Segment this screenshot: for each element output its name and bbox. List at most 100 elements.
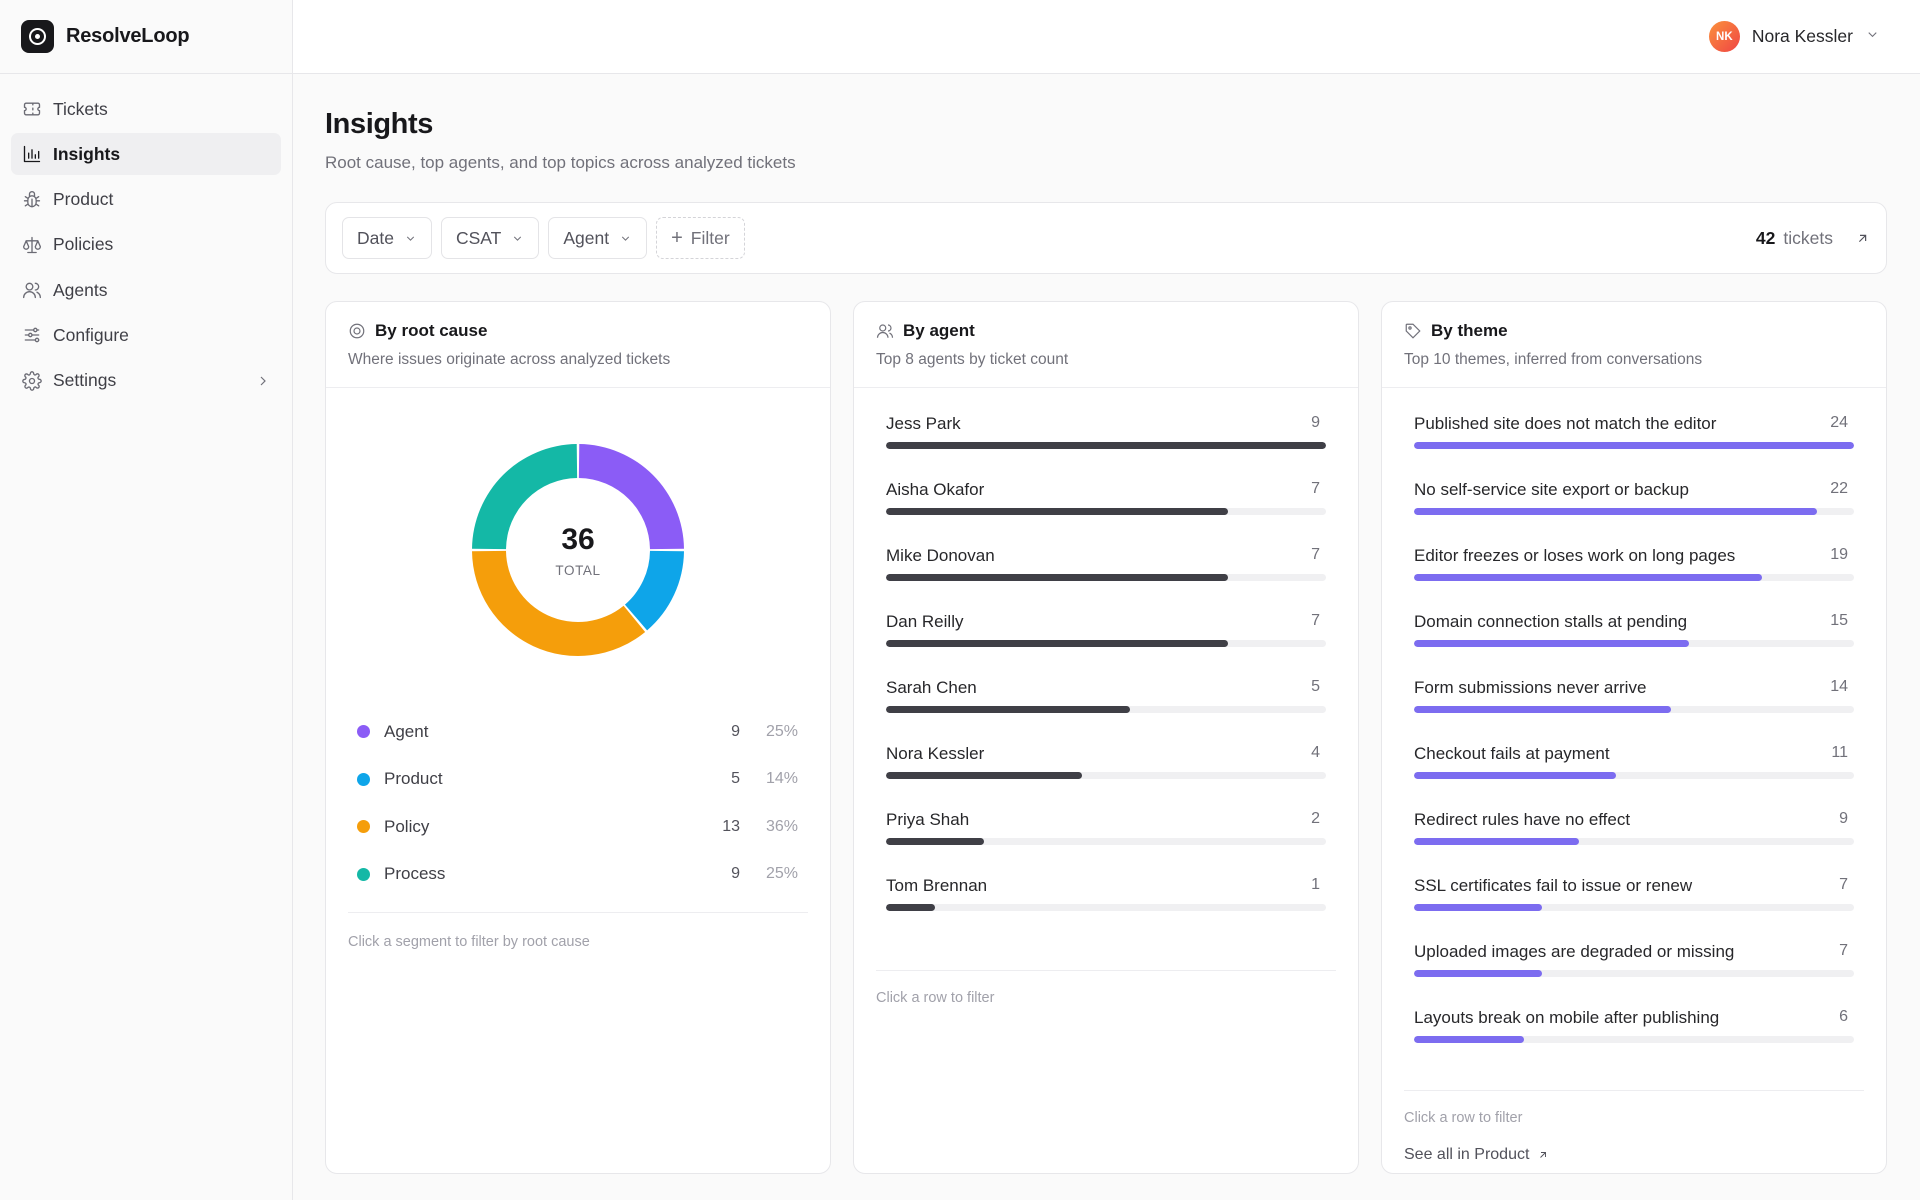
- agent-row[interactable]: Nora Kessler 4: [886, 744, 1326, 810]
- theme-count: 7: [1839, 942, 1848, 959]
- bar-row-header: Editor freezes or loses work on long pag…: [1414, 546, 1854, 566]
- theme-row[interactable]: Checkout fails at payment 11: [1414, 744, 1854, 810]
- bar-track: [1414, 1036, 1854, 1043]
- sidebar-item-configure[interactable]: Configure: [11, 314, 281, 356]
- theme-label: No self-service site export or backup: [1414, 480, 1689, 499]
- theme-row[interactable]: Uploaded images are degraded or missing 7: [1414, 942, 1854, 1008]
- bar-row-header: Domain connection stalls at pending 15: [1414, 612, 1854, 632]
- bar-fill: [886, 706, 1131, 713]
- agent-label: Tom Brennan: [886, 876, 988, 895]
- sidebar-item-settings[interactable]: Settings: [11, 360, 281, 402]
- agent-row[interactable]: Sarah Chen 5: [886, 678, 1326, 744]
- agent-filter-button[interactable]: Agent: [548, 217, 648, 259]
- legend-percent: 25%: [765, 865, 798, 883]
- theme-row[interactable]: Form submissions never arrive 14: [1414, 678, 1854, 744]
- theme-label: Published site does not match the editor: [1414, 414, 1717, 433]
- agent-count: 2: [1311, 810, 1320, 827]
- bar-track: [1414, 706, 1854, 713]
- chevron-down-icon: [619, 232, 632, 245]
- bar-fill: [1414, 970, 1543, 977]
- plus-icon: +: [671, 227, 683, 249]
- agent-count: 5: [1311, 678, 1320, 695]
- agent-row[interactable]: Dan Reilly 7: [886, 612, 1326, 678]
- agent-row[interactable]: Jess Park 9: [886, 414, 1326, 480]
- chip-label: Filter: [690, 227, 730, 248]
- theme-row[interactable]: SSL certificates fail to issue or renew 7: [1414, 876, 1854, 942]
- legend-row-process[interactable]: Process 9 25%: [348, 851, 808, 899]
- see-all-link[interactable]: See all in Product: [1404, 1146, 1864, 1164]
- user-menu[interactable]: NK Nora Kessler: [1708, 21, 1880, 52]
- agent-label: Dan Reilly: [886, 612, 964, 631]
- bar-track: [1414, 574, 1854, 581]
- card-subtitle: Top 10 themes, inferred from conversatio…: [1404, 351, 1703, 368]
- theme-count: 7: [1839, 876, 1848, 893]
- agent-row[interactable]: Tom Brennan 1: [886, 876, 1326, 942]
- bar-fill: [886, 838, 984, 845]
- card-hint: Click a row to filter: [876, 970, 1336, 1006]
- legend-label: Product: [384, 769, 443, 789]
- sidebar-item-label: Product: [53, 189, 114, 210]
- theme-row[interactable]: No self-service site export or backup 22: [1414, 480, 1854, 546]
- theme-row[interactable]: Layouts break on mobile after publishing…: [1414, 1008, 1854, 1074]
- bar-fill: [1414, 442, 1854, 449]
- date-filter-button[interactable]: Date: [342, 217, 432, 259]
- agent-row[interactable]: Mike Donovan 7: [886, 546, 1326, 612]
- card-title-text: By theme: [1431, 321, 1508, 340]
- theme-count: 11: [1831, 744, 1848, 761]
- sidebar-item-tickets[interactable]: Tickets: [11, 88, 281, 130]
- legend-swatch: [357, 772, 370, 786]
- agent-row[interactable]: Priya Shah 2: [886, 810, 1326, 876]
- ticket-count: 42 tickets: [1756, 228, 1870, 249]
- card-title: By agent: [876, 321, 1336, 341]
- themes-card: By theme Top 10 themes, inferred from co…: [1381, 301, 1887, 1174]
- csat-filter-button[interactable]: CSAT: [440, 217, 540, 259]
- legend-percent: 25%: [765, 722, 798, 740]
- agent-label: Mike Donovan: [886, 546, 995, 565]
- legend-label: Agent: [384, 721, 429, 741]
- sidebar-item-label: Agents: [53, 279, 108, 300]
- theme-row[interactable]: Redirect rules have no effect 9: [1414, 810, 1854, 876]
- agent-count: 4: [1311, 744, 1320, 761]
- agent-label: Nora Kessler: [886, 744, 985, 763]
- agents-card: By agent Top 8 agents by ticket count Je…: [853, 301, 1359, 1174]
- bar-row-header: Published site does not match the editor…: [1414, 414, 1854, 434]
- scale-icon: [21, 234, 43, 256]
- avatar: NK: [1708, 21, 1740, 52]
- donut-total-label: TOTAL: [555, 562, 601, 578]
- sidebar-item-agents[interactable]: Agents: [11, 269, 281, 311]
- legend-row-product[interactable]: Product 5 14%: [348, 756, 808, 804]
- gear-icon: [21, 370, 43, 392]
- theme-row[interactable]: Domain connection stalls at pending 15: [1414, 612, 1854, 678]
- sidebar-item-insights[interactable]: Insights: [11, 133, 281, 176]
- external-link-icon[interactable]: [1855, 231, 1870, 246]
- sidebar-item-product[interactable]: Product: [11, 179, 281, 221]
- theme-row[interactable]: Editor freezes or loses work on long pag…: [1414, 546, 1854, 612]
- bar-row-header: No self-service site export or backup 22: [1414, 480, 1854, 500]
- chevron-down-icon: [1865, 27, 1880, 47]
- card-subtitle: Top 8 agents by ticket count: [876, 351, 1069, 368]
- bar-fill: [886, 574, 1229, 581]
- users-icon: [21, 279, 43, 301]
- bar-row-header: Sarah Chen 5: [886, 678, 1326, 698]
- legend-row-agent[interactable]: Agent 9 25%: [348, 708, 808, 756]
- ticket-count-value: 42: [1755, 227, 1776, 248]
- theme-label: Domain connection stalls at pending: [1414, 612, 1688, 631]
- bar-fill: [1414, 640, 1689, 647]
- brand[interactable]: ResolveLoop: [0, 0, 292, 74]
- theme-row[interactable]: Published site does not match the editor…: [1414, 414, 1854, 480]
- app-name: ResolveLoop: [66, 25, 190, 47]
- bar-track: [1414, 904, 1854, 911]
- bar-fill: [1414, 1036, 1524, 1043]
- theme-count: 19: [1830, 546, 1848, 563]
- agent-label: Priya Shah: [886, 810, 970, 829]
- agent-label: Aisha Okafor: [886, 480, 985, 499]
- legend-row-policy[interactable]: Policy 13 36%: [348, 803, 808, 851]
- agent-row[interactable]: Aisha Okafor 7: [886, 480, 1326, 546]
- ticket-icon: [21, 98, 43, 120]
- agent-bar-list: Jess Park 9 Aisha Okafor 7 Mike Donovan 7 Dan …: [854, 388, 1358, 954]
- bar-row-header: Uploaded images are degraded or missing 7: [1414, 942, 1854, 962]
- tag-icon: [1405, 323, 1421, 339]
- sidebar-item-policies[interactable]: Policies: [11, 224, 281, 266]
- add-filter-button[interactable]: + Filter: [656, 217, 745, 259]
- donut-center: 36 TOTAL: [468, 440, 688, 660]
